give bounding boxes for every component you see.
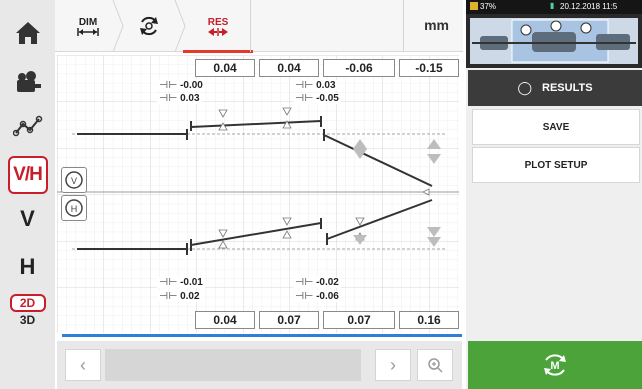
bottom-navigation-bar: ‹ › bbox=[57, 341, 462, 389]
signal-icon: ▮ bbox=[550, 1, 555, 10]
blue-divider bbox=[62, 334, 462, 337]
machine-setup-button[interactable] bbox=[0, 58, 55, 108]
plot-setup-button[interactable]: PLOT SETUP bbox=[472, 147, 640, 183]
toolbar-divider bbox=[250, 0, 251, 52]
save-button[interactable]: SAVE bbox=[472, 109, 640, 145]
trend-icon bbox=[12, 115, 42, 137]
view-h-button[interactable]: H bbox=[0, 242, 55, 292]
results-label: RESULTS bbox=[542, 82, 593, 94]
move-m-icon: M bbox=[544, 354, 566, 376]
datetime: 20.12.2018 11:5 bbox=[560, 2, 618, 11]
next-button[interactable]: › bbox=[375, 349, 411, 381]
machine-train-icon bbox=[470, 18, 638, 64]
breadcrumb-separator bbox=[112, 0, 124, 52]
coupling-vertical-icon[interactable]: V bbox=[61, 167, 87, 193]
bottom-value-2: 0.07 bbox=[259, 311, 319, 329]
top-value-2: 0.04 bbox=[259, 59, 319, 77]
left-sidebar: V/H V H 2D 3D bbox=[0, 0, 55, 389]
top-small-right-1: ⊣⊢ 0.03 bbox=[293, 80, 338, 91]
scroll-track[interactable] bbox=[105, 349, 361, 381]
chevron-right-icon: › bbox=[390, 354, 396, 375]
bottom-value-1: 0.04 bbox=[195, 311, 255, 329]
alignment-plot: 0.04 0.04 -0.06 -0.15 ⊣⊢ -0.00 ⊣⊢ 0.03 ⊣… bbox=[57, 55, 459, 333]
coupling-icon: ◯ bbox=[517, 80, 533, 95]
v-label: V bbox=[20, 206, 35, 231]
top-toolbar: DIM RES mm bbox=[55, 0, 463, 53]
right-panel: 37% ▮ 20.12.2018 11:5 ◯ RESULTS SAVE PLO… bbox=[466, 0, 642, 389]
dim-2d-label: 2D bbox=[9, 293, 46, 312]
zoom-icon bbox=[428, 358, 443, 373]
dim-label: DIM bbox=[78, 16, 98, 28]
unit-label[interactable]: mm bbox=[424, 17, 449, 33]
toolbar-divider bbox=[403, 0, 404, 52]
bottom-small-right-2: ⊣⊢ -0.06 bbox=[293, 291, 341, 302]
results-header[interactable]: ◯ RESULTS bbox=[468, 70, 642, 106]
top-small-left-2: ⊣⊢ 0.03 bbox=[157, 93, 202, 104]
machine-icon bbox=[16, 71, 41, 92]
res-tab[interactable]: RES bbox=[183, 0, 253, 53]
bottom-value-4: 0.16 bbox=[399, 311, 459, 329]
bottom-small-left-1: ⊣⊢ -0.01 bbox=[157, 277, 205, 288]
battery-level: 37% bbox=[480, 2, 497, 11]
zoom-button[interactable] bbox=[417, 349, 453, 381]
svg-text:M: M bbox=[550, 360, 559, 372]
top-small-right-2: ⊣⊢ -0.05 bbox=[293, 93, 341, 104]
home-button[interactable] bbox=[0, 8, 55, 58]
battery-icon bbox=[470, 2, 478, 10]
bottom-value-3: 0.07 bbox=[323, 311, 395, 329]
status-bar: 37% ▮ 20.12.2018 11:5 bbox=[466, 0, 642, 14]
bottom-small-left-2: ⊣⊢ 0.02 bbox=[157, 291, 202, 302]
tolerance-button[interactable] bbox=[0, 102, 55, 152]
breadcrumb-separator bbox=[174, 0, 186, 52]
top-value-1: 0.04 bbox=[195, 59, 255, 77]
results-arrow-icon bbox=[208, 27, 228, 36]
previous-button[interactable]: ‹ bbox=[65, 349, 101, 381]
res-label: RES bbox=[207, 16, 229, 28]
view-vh-button[interactable]: V/H bbox=[0, 150, 55, 200]
machine-thumbnail[interactable] bbox=[466, 14, 642, 68]
view-v-button[interactable]: V bbox=[0, 194, 55, 244]
move-button[interactable]: M bbox=[468, 341, 642, 389]
bottom-small-right-1: ⊣⊢ -0.02 bbox=[293, 277, 341, 288]
top-value-3: -0.06 bbox=[323, 59, 395, 77]
dimension-toggle[interactable]: 2D 3D bbox=[0, 286, 55, 334]
dim-tab[interactable]: DIM bbox=[65, 0, 111, 52]
dimension-arrow-icon bbox=[77, 27, 99, 36]
rotation-measure-icon bbox=[140, 16, 158, 36]
dim-3d-label: 3D bbox=[19, 312, 36, 327]
top-small-left-1: ⊣⊢ -0.00 bbox=[157, 80, 205, 91]
chevron-left-icon: ‹ bbox=[80, 354, 86, 375]
svg-text:H: H bbox=[71, 204, 78, 214]
svg-text:V: V bbox=[71, 176, 77, 186]
coupling-horizontal-icon[interactable]: H bbox=[61, 195, 87, 221]
active-tab-underline bbox=[183, 50, 253, 53]
top-value-4: -0.15 bbox=[399, 59, 459, 77]
home-icon bbox=[15, 22, 40, 44]
h-label: H bbox=[19, 254, 36, 279]
measure-tab[interactable] bbox=[125, 0, 173, 52]
vh-label: V/H bbox=[7, 156, 48, 194]
plot-grid bbox=[57, 55, 459, 333]
